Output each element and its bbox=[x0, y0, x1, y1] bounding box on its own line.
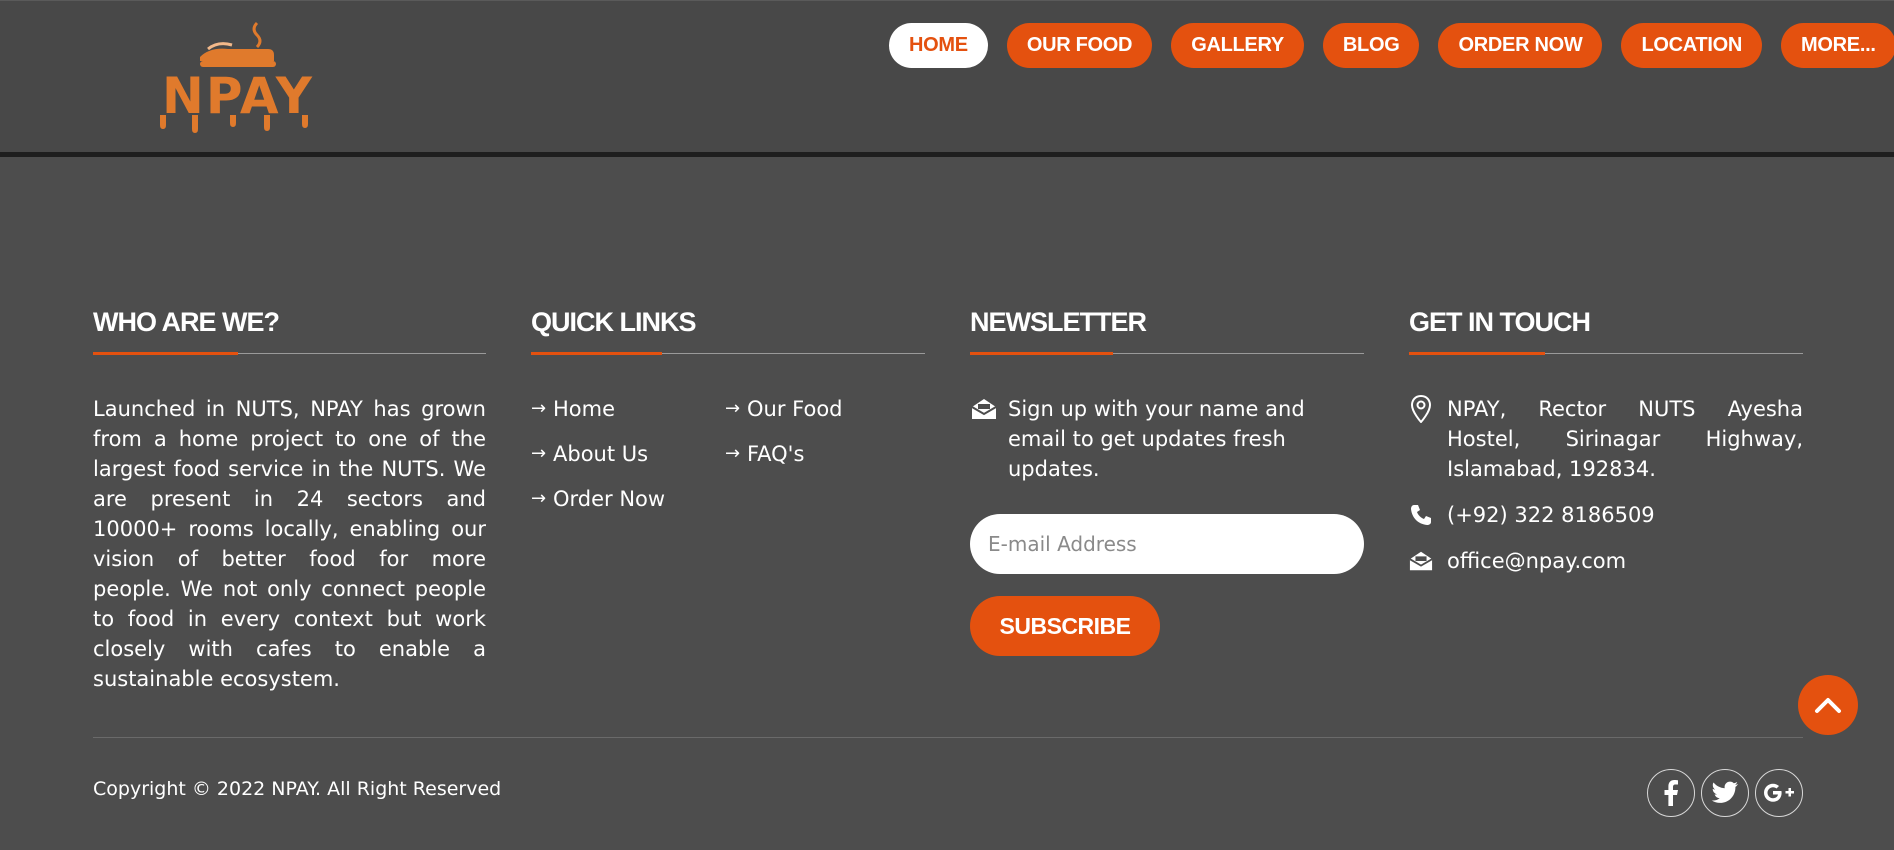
location-pin-icon bbox=[1409, 394, 1433, 424]
newsletter-email-input[interactable] bbox=[970, 514, 1364, 574]
quick-links-section: QUICK LINKS → Home → Our Food → About Us… bbox=[531, 300, 925, 514]
arrow-right-icon: → bbox=[725, 398, 741, 419]
title-accent-bar bbox=[93, 352, 238, 355]
link-label: Home bbox=[553, 397, 616, 421]
npay-logo[interactable]: NPAY bbox=[152, 19, 324, 133]
section-title-get-in-touch: GET IN TOUCH bbox=[1409, 300, 1803, 355]
title-accent-bar bbox=[531, 352, 662, 355]
facebook-icon bbox=[1664, 780, 1678, 806]
envelope-open-icon bbox=[1409, 546, 1433, 576]
quick-link-faqs[interactable]: → FAQ's bbox=[725, 439, 919, 469]
footer-divider bbox=[93, 737, 1803, 738]
facebook-link[interactable] bbox=[1647, 769, 1695, 817]
nav-our-food[interactable]: OUR FOOD bbox=[1006, 23, 1153, 68]
title-accent-bar bbox=[1409, 352, 1545, 355]
who-description: Launched in NUTS, NPAY has grown from a … bbox=[93, 397, 486, 691]
social-links bbox=[1647, 769, 1803, 817]
quick-link-about-us[interactable]: → About Us bbox=[531, 439, 725, 469]
newsletter-info: Sign up with your name and email to get … bbox=[970, 394, 1364, 484]
google-plus-icon bbox=[1764, 783, 1794, 802]
link-label: About Us bbox=[553, 442, 649, 466]
section-title-who: WHO ARE WE? bbox=[93, 300, 486, 355]
arrow-right-icon: → bbox=[725, 443, 741, 464]
get-in-touch-section: GET IN TOUCH NPAY, Rector NUTS Ayesha Ho… bbox=[1409, 300, 1803, 592]
arrow-right-icon: → bbox=[531, 443, 547, 464]
subscribe-button[interactable]: SUBSCRIBE bbox=[970, 596, 1160, 656]
address-text: NPAY, Rector NUTS Ayesha Hostel, Sirinag… bbox=[1447, 397, 1803, 481]
contact-email[interactable]: office@npay.com bbox=[1409, 546, 1803, 576]
site-header: NPAY HOME OUR FOOD GALLERY BLOG ORDER NO… bbox=[0, 0, 1894, 157]
phone-text: (+92) 322 8186509 bbox=[1447, 503, 1655, 527]
link-label: FAQ's bbox=[747, 442, 805, 466]
chevron-up-icon bbox=[1815, 698, 1841, 713]
section-title-quick-links: QUICK LINKS bbox=[531, 300, 925, 355]
contact-address: NPAY, Rector NUTS Ayesha Hostel, Sirinag… bbox=[1409, 394, 1803, 484]
nav-location[interactable]: LOCATION bbox=[1621, 23, 1763, 68]
link-label: Our Food bbox=[747, 397, 843, 421]
newsletter-title-text: NEWSLETTER bbox=[970, 307, 1147, 337]
envelope-open-icon bbox=[970, 394, 998, 424]
arrow-right-icon: → bbox=[531, 398, 547, 419]
nav-more[interactable]: MORE... bbox=[1781, 23, 1894, 68]
who-title-text: WHO ARE WE? bbox=[93, 307, 280, 337]
scroll-to-top-button[interactable] bbox=[1798, 675, 1858, 735]
email-text: office@npay.com bbox=[1447, 549, 1627, 573]
logo-drips bbox=[160, 115, 308, 133]
nav-blog[interactable]: BLOG bbox=[1322, 23, 1420, 68]
twitter-link[interactable] bbox=[1701, 769, 1749, 817]
nav-gallery[interactable]: GALLERY bbox=[1171, 23, 1304, 68]
newsletter-section: NEWSLETTER Sign up with your name and em… bbox=[970, 300, 1364, 656]
twitter-icon bbox=[1711, 781, 1738, 803]
quick-links-list: → Home → Our Food → About Us → FAQ's → O… bbox=[531, 394, 925, 514]
nav-home[interactable]: HOME bbox=[889, 23, 988, 68]
phone-icon bbox=[1409, 500, 1433, 530]
newsletter-text: Sign up with your name and email to get … bbox=[1008, 397, 1305, 481]
quick-link-home[interactable]: → Home bbox=[531, 394, 725, 424]
section-title-newsletter: NEWSLETTER bbox=[970, 300, 1364, 355]
quick-link-our-food[interactable]: → Our Food bbox=[725, 394, 919, 424]
contact-title-text: GET IN TOUCH bbox=[1409, 307, 1591, 337]
main-nav: HOME OUR FOOD GALLERY BLOG ORDER NOW LOC… bbox=[889, 23, 1894, 68]
google-plus-link[interactable] bbox=[1755, 769, 1803, 817]
who-are-we-section: WHO ARE WE? Launched in NUTS, NPAY has g… bbox=[93, 300, 486, 694]
quick-links-title-text: QUICK LINKS bbox=[531, 307, 696, 337]
nav-order-now[interactable]: ORDER NOW bbox=[1438, 23, 1603, 68]
quick-link-order-now[interactable]: → Order Now bbox=[531, 484, 725, 514]
link-label: Order Now bbox=[553, 487, 666, 511]
copyright-text: Copyright © 2022 NPAY. All Right Reserve… bbox=[93, 778, 502, 800]
title-accent-bar bbox=[970, 352, 1113, 355]
newsletter-body: Sign up with your name and email to get … bbox=[970, 394, 1364, 656]
contact-list: NPAY, Rector NUTS Ayesha Hostel, Sirinag… bbox=[1409, 394, 1803, 576]
arrow-right-icon: → bbox=[531, 488, 547, 509]
contact-phone[interactable]: (+92) 322 8186509 bbox=[1409, 500, 1803, 530]
